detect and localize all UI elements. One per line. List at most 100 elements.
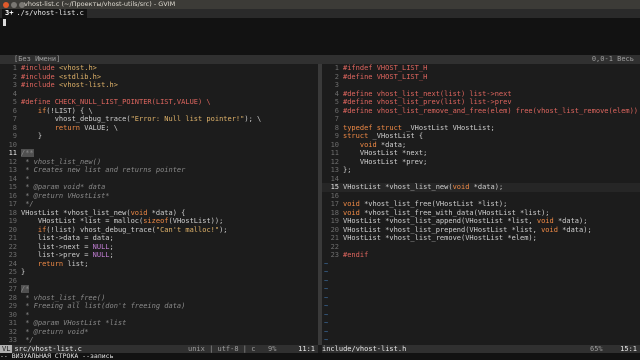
code-line[interactable]: 4 #define vhost_list_next(list) list->nex… xyxy=(322,90,640,99)
code-line[interactable]: 9 struct _VHostList { xyxy=(322,132,640,141)
scroll-percent: 65% xyxy=(590,345,603,353)
code-line[interactable]: 17 */ xyxy=(0,200,318,209)
line-number: 20 xyxy=(330,225,339,234)
code-line[interactable]: 16 * @return VHostList* xyxy=(0,192,318,201)
code-text: #define vhost_list_next(list) list->next xyxy=(343,89,512,98)
code-text: } xyxy=(21,132,43,140)
code-line[interactable]: 6 if(!LIST) { \ xyxy=(0,107,318,116)
code-line[interactable]: 31 * @param VHostList *list xyxy=(0,319,318,328)
command-line[interactable]: -- ВИЗУАЛЬНАЯ СТРОКА --запись xyxy=(0,353,640,360)
code-line[interactable]: 22 list->next = NULL; xyxy=(0,243,318,252)
code-text: VHostList *prev; xyxy=(343,157,428,166)
code-line[interactable]: 11 /** xyxy=(0,149,318,158)
code-line[interactable]: 21 list->data = data; xyxy=(0,234,318,243)
line-number: 3 xyxy=(12,81,17,89)
code-line[interactable]: 12 * vhost_list_new() xyxy=(0,158,318,167)
code-line[interactable]: 27 /* xyxy=(0,285,318,294)
code-line[interactable]: 4 xyxy=(0,90,318,99)
code-line[interactable]: 10 void *data; xyxy=(322,141,640,150)
cursor-position: 15:1 xyxy=(620,345,637,353)
code-line[interactable]: 8 typedef struct _VHostList VHostList; xyxy=(322,124,640,133)
code-line[interactable]: 19 VHostList *vhost_list_append(VHostList… xyxy=(322,217,640,226)
code-text: /** xyxy=(21,149,34,157)
line-number: 4 xyxy=(334,89,339,98)
code-line[interactable]: 3 xyxy=(322,81,640,90)
code-line[interactable]: 24 return list; xyxy=(0,260,318,269)
code-line[interactable]: 13}; xyxy=(322,166,640,175)
line-number: 9 xyxy=(12,132,17,140)
code-line[interactable]: 18 VHostList *vhost_list_new(void *data) … xyxy=(0,209,318,218)
code-line[interactable]: 5 #define CHECK_NULL_LIST_POINTER(LIST,VA… xyxy=(0,98,318,107)
editor-pane-left[interactable]: 1 #include <vhost.h> 2 #include <stdlib.h> 3… xyxy=(0,64,318,345)
code-line[interactable]: 22 xyxy=(322,243,640,252)
code-line[interactable]: 30 * xyxy=(0,311,318,320)
code-line[interactable]: 3 #include <vhost-list.h> xyxy=(0,81,318,90)
empty-line-marker: ~ xyxy=(324,276,329,285)
code-line[interactable]: 9 } xyxy=(0,132,318,141)
text-cursor xyxy=(3,19,6,26)
line-number: 8 xyxy=(334,123,339,132)
code-line[interactable]: 17 void *vhost_list_free(VHostList *list)… xyxy=(322,200,640,209)
code-line[interactable]: 15 * @param void* data xyxy=(0,183,318,192)
empty-line-marker: ~ xyxy=(324,293,329,302)
code-line[interactable]: 26 xyxy=(0,277,318,286)
code-text: return list; xyxy=(37,259,89,268)
line-number: 23 xyxy=(8,251,17,259)
scratch-buffer-name: [Без Имени] xyxy=(14,55,61,63)
code-line[interactable]: 14 * xyxy=(0,175,318,184)
line-number: 22 xyxy=(330,242,339,251)
code-line[interactable]: 2 #define VHOST_LIST_H xyxy=(322,73,640,82)
empty-line-marker: ~ xyxy=(324,302,329,310)
line-number: 2 xyxy=(12,72,17,81)
close-window-button[interactable] xyxy=(3,1,9,8)
code-line[interactable]: 28 * vhost_list_free() xyxy=(0,294,318,303)
line-number: 28 xyxy=(8,293,17,302)
code-text: vhost_debug_trace("Error: Null list poin… xyxy=(21,115,262,123)
code-text: * @param void* data xyxy=(21,183,106,191)
code-line[interactable]: 1 #include <vhost.h> xyxy=(0,64,318,73)
code-text: * vhost_list_free() xyxy=(21,293,106,302)
scratch-buffer[interactable] xyxy=(0,18,640,55)
code-text: typedef struct _VHostList VHostList; xyxy=(343,123,495,132)
line-number: 22 xyxy=(8,242,17,251)
code-line[interactable]: 1 #ifndef VHOST_LIST_H xyxy=(322,64,640,73)
tab-vhost-list[interactable]: 3+ ./s/vhost-list.c xyxy=(2,9,87,18)
line-number: 17 xyxy=(330,200,339,208)
code-line[interactable]: 32 * @return void* xyxy=(0,328,318,337)
code-line[interactable]: 20 VHostList *vhost_list_prepend(VHostLis… xyxy=(322,226,640,235)
code-line[interactable]: 29 * Freeing all list(don't freeing data… xyxy=(0,302,318,311)
line-number: 18 xyxy=(8,208,17,217)
code-line[interactable]: 5 #define vhost_list_prev(list) list->pre… xyxy=(322,98,640,107)
code-line[interactable]: 8 return VALUE; \ xyxy=(0,124,318,133)
code-line[interactable]: 20 if(!list) vhost_debug_trace("Can't ma… xyxy=(0,226,318,235)
code-line[interactable]: 7 xyxy=(322,115,640,124)
line-number: 16 xyxy=(8,191,17,200)
line-number: 13 xyxy=(330,166,339,174)
code-line[interactable]: 23 list->prev = NULL; xyxy=(0,251,318,260)
code-line[interactable]: 11 VHostList *next; xyxy=(322,149,640,158)
code-line[interactable]: 18 void *vhost_list_free_with_data(VHostL… xyxy=(322,209,640,218)
code-line[interactable]: 25} xyxy=(0,268,318,277)
code-line[interactable]: 23 #endif xyxy=(322,251,640,260)
code-line[interactable]: 7 vhost_debug_trace("Error: Null list po… xyxy=(0,115,318,124)
code-line[interactable]: 16 xyxy=(322,192,640,201)
minimize-window-button[interactable] xyxy=(11,1,17,8)
code-line[interactable]: 13 * Creates new list and returns pointe… xyxy=(0,166,318,175)
code-line[interactable]: 2 #include <stdlib.h> xyxy=(0,73,318,82)
line-number: 33 xyxy=(8,336,17,344)
code-line[interactable]: 6 #define vhost_list_remove_and_free(elem… xyxy=(322,107,640,116)
code-line[interactable]: 33 */ xyxy=(0,336,318,345)
empty-line-marker: ~ xyxy=(324,259,329,268)
line-number: 24 xyxy=(8,259,17,268)
editor-pane-right[interactable]: 1 #ifndef VHOST_LIST_H 2 #define VHOST_LIST… xyxy=(322,64,640,345)
line-number: 10 xyxy=(8,140,17,149)
code-line[interactable]: 12 VHostList *prev; xyxy=(322,158,640,167)
line-number: 7 xyxy=(12,115,17,123)
code-line[interactable]: 10 xyxy=(0,141,318,150)
code-text: #define VHOST_LIST_H xyxy=(343,72,428,81)
code-line[interactable]: 15 VHostList *vhost_list_new(void *data); xyxy=(322,183,640,192)
code-line[interactable]: 19 VHostList *list = malloc(sizeof(VHost… xyxy=(0,217,318,226)
code-line[interactable]: 21 VHostList *vhost_list_remove(VHostList… xyxy=(322,234,640,243)
code-text: * Creates new list and returns pointer xyxy=(21,166,186,174)
code-line[interactable]: 14 xyxy=(322,175,640,184)
